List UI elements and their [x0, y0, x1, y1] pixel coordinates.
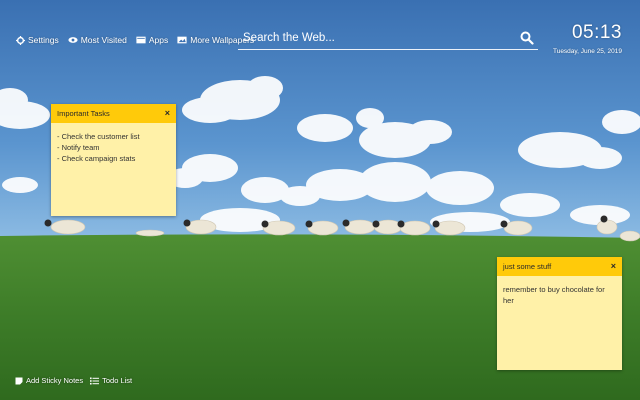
- sticky-note-header[interactable]: Important Tasks ×: [51, 104, 176, 123]
- sticky-note[interactable]: just some stuff × remember to buy chocol…: [497, 257, 622, 370]
- clock: 05:13 Tuesday, June 25, 2019: [553, 22, 622, 55]
- todo-list-label: Todo List: [102, 376, 133, 385]
- settings-link[interactable]: Settings: [16, 35, 59, 45]
- search-icon[interactable]: [520, 31, 534, 45]
- task-list: - Check the customer list - Notify team …: [57, 131, 170, 164]
- top-nav: Settings Most Visited Apps More Wallpape…: [16, 33, 254, 47]
- sticky-note-header[interactable]: just some stuff ×: [497, 257, 622, 276]
- sticky-note-title: Important Tasks: [57, 109, 110, 118]
- sticky-note[interactable]: Important Tasks × - Check the customer l…: [51, 104, 176, 216]
- eye-icon: [68, 37, 78, 43]
- sticky-note-body[interactable]: - Check the customer list - Notify team …: [51, 123, 176, 172]
- gear-icon: [16, 35, 25, 45]
- apps-label: Apps: [148, 35, 169, 45]
- search-input[interactable]: [243, 29, 513, 47]
- settings-label: Settings: [28, 35, 59, 45]
- task-item: - Check campaign stats: [57, 154, 136, 163]
- sticky-note-title: just some stuff: [503, 262, 552, 271]
- clock-date: Tuesday, June 25, 2019: [552, 48, 622, 55]
- search-bar: [238, 27, 538, 50]
- close-icon[interactable]: ×: [611, 262, 616, 271]
- add-sticky-notes-button[interactable]: Add Sticky Notes: [15, 376, 83, 385]
- sticky-note-icon: [15, 377, 23, 384]
- todo-list-icon: [90, 377, 100, 384]
- task-item: - Notify team: [57, 143, 100, 152]
- todo-list-button[interactable]: Todo List: [90, 376, 132, 385]
- most-visited-label: Most Visited: [80, 35, 127, 45]
- clock-time: 05:13: [571, 22, 622, 43]
- add-sticky-notes-label: Add Sticky Notes: [26, 376, 84, 385]
- sticky-note-body[interactable]: remember to buy chocolate for her: [497, 276, 622, 314]
- apps-link[interactable]: Apps: [136, 35, 168, 45]
- apps-icon: [136, 36, 146, 44]
- most-visited-link[interactable]: Most Visited: [68, 35, 127, 45]
- task-item: - Check the customer list: [57, 132, 140, 141]
- bottom-bar: Add Sticky Notes Todo List: [15, 376, 132, 385]
- close-icon[interactable]: ×: [165, 109, 170, 118]
- wallpaper-icon: [177, 36, 187, 44]
